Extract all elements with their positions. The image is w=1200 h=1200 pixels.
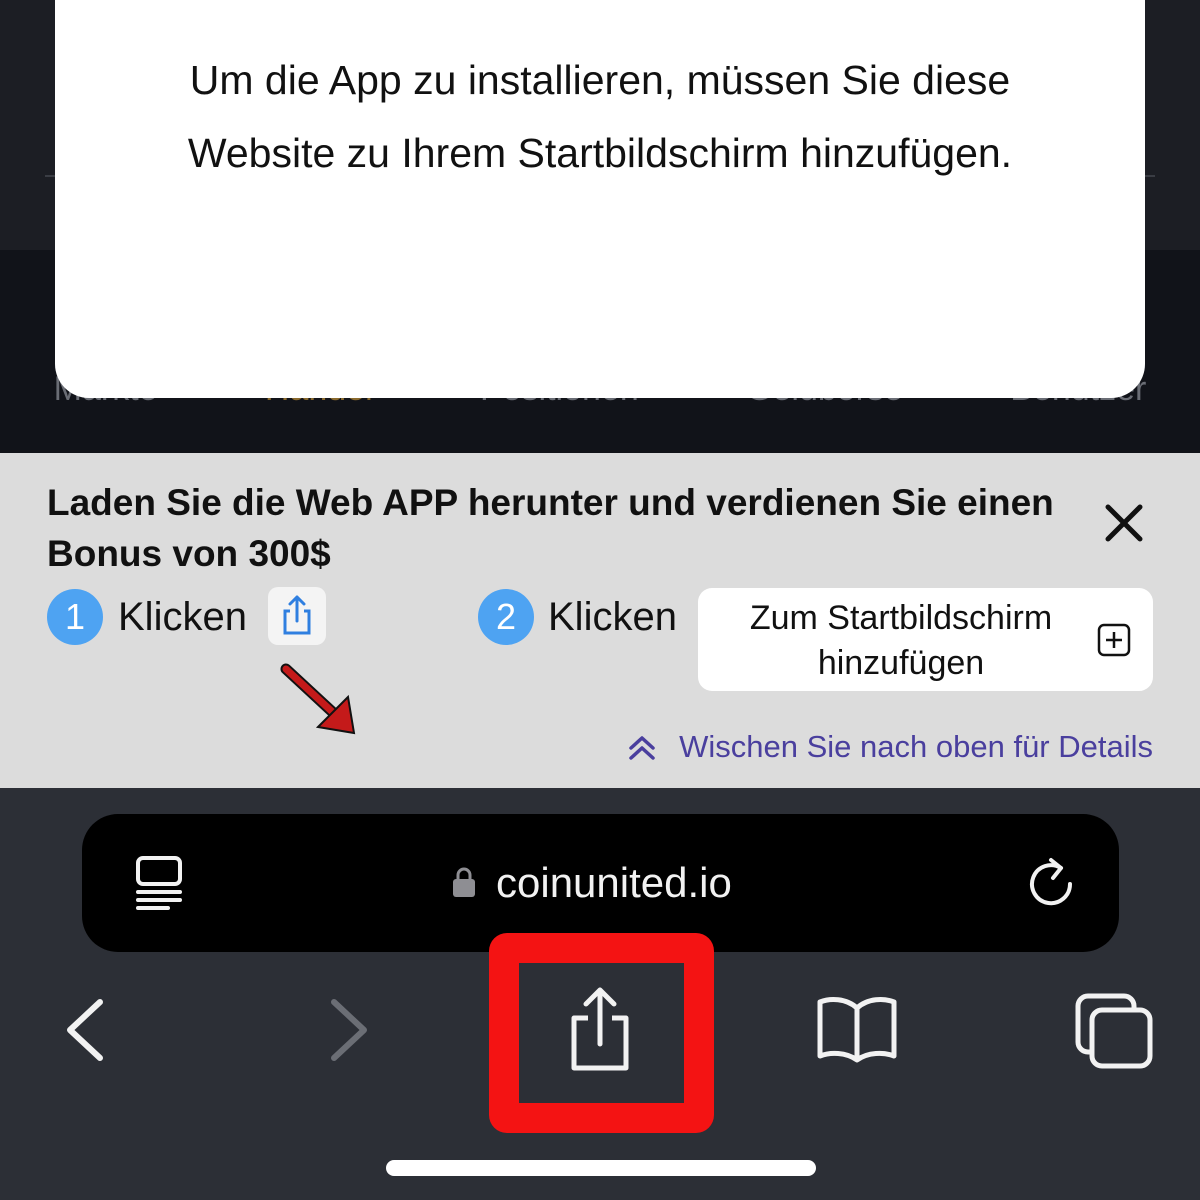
banner-title: Laden Sie die Web APP herunter und verdi…: [47, 482, 1054, 574]
step-2-label: Klicken: [548, 595, 677, 639]
share-icon: [268, 587, 326, 645]
tabs-icon[interactable]: [1074, 992, 1154, 1070]
reload-icon[interactable]: [1025, 854, 1077, 912]
bookmarks-icon[interactable]: [816, 994, 898, 1064]
address-bar[interactable]: coinunited.io: [82, 814, 1119, 952]
close-icon[interactable]: [1098, 497, 1150, 549]
annotation-arrow-icon: [278, 661, 368, 741]
lock-icon: [452, 866, 476, 898]
step-1-badge: 1: [47, 589, 103, 645]
swipe-up-hint[interactable]: Wischen Sie nach oben für Details: [627, 729, 1153, 765]
install-banner: Laden Sie die Web APP herunter und verdi…: [0, 453, 1200, 788]
double-chevron-up-icon: [629, 736, 655, 760]
back-icon[interactable]: [62, 988, 108, 1072]
add-to-home-label: Zum Startbildschirm hinzufügen: [749, 599, 1053, 682]
home-indicator[interactable]: [386, 1160, 816, 1176]
share-button-highlight: [489, 933, 714, 1133]
install-message: Um die App zu installieren, müssen Sie d…: [187, 57, 1013, 176]
step-1-label: Klicken: [118, 595, 247, 639]
add-to-home-chip: Zum Startbildschirm hinzufügen: [698, 588, 1153, 691]
forward-icon[interactable]: [326, 988, 372, 1072]
url-text[interactable]: coinunited.io: [496, 856, 732, 910]
install-modal: Um die App zu installieren, müssen Sie d…: [55, 0, 1145, 398]
reader-icon[interactable]: [134, 854, 184, 914]
step-2-badge: 2: [478, 589, 534, 645]
swipe-hint-text: Wischen Sie nach oben für Details: [679, 729, 1153, 764]
add-square-icon: [1096, 622, 1132, 658]
